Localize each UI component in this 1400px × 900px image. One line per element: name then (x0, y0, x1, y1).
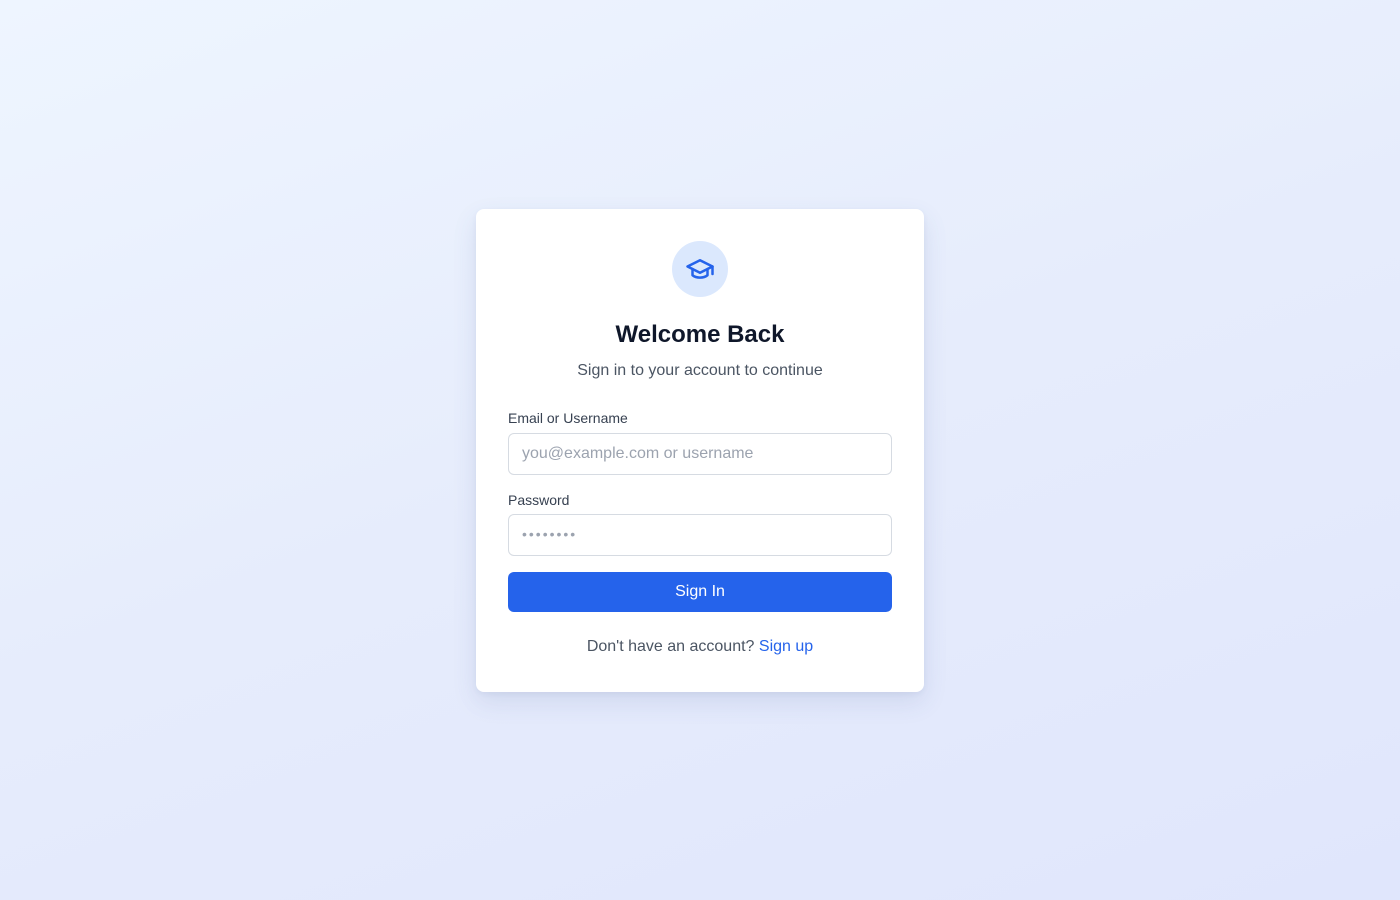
logo-badge (672, 241, 728, 297)
sign-in-button[interactable]: Sign In (508, 572, 892, 612)
signup-prompt-text: Don't have an account? (586, 638, 755, 655)
email-label: Email or Username (508, 410, 628, 426)
graduation-cap-icon (686, 259, 714, 279)
password-input[interactable] (508, 514, 892, 556)
email-username-input[interactable] (508, 433, 892, 475)
password-label: Password (508, 492, 570, 508)
page-title: Welcome Back (615, 321, 785, 348)
login-card: Welcome Back Sign in to your account to … (476, 209, 924, 692)
sign-up-link[interactable]: Sign up (759, 638, 813, 655)
page-subtitle: Sign in to your account to continue (577, 362, 823, 379)
signup-prompt: Don't have an account? Sign up (476, 638, 924, 656)
